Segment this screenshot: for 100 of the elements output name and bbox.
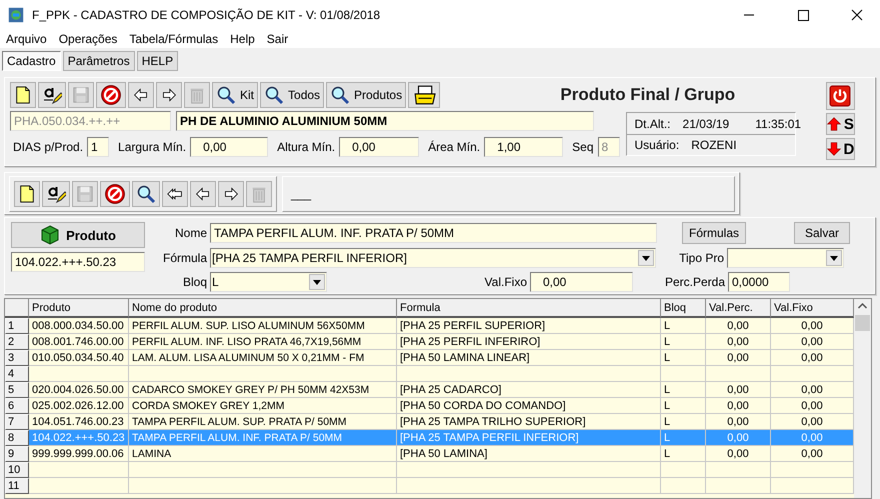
- arrow-down-icon: [826, 142, 840, 156]
- table-cell: L: [661, 382, 706, 398]
- tab[interactable]: Cadastro: [2, 51, 61, 71]
- formulas-button[interactable]: Fórmulas: [682, 222, 746, 244]
- table-cell: 999.999.999.00.06: [29, 446, 129, 462]
- field-label: Tipo Pro: [678, 251, 724, 265]
- number-field[interactable]: 1: [87, 137, 110, 157]
- row-number: 9: [5, 446, 29, 462]
- document-icon: [14, 85, 32, 105]
- caret-down-icon[interactable]: [309, 274, 325, 290]
- new-button[interactable]: [10, 82, 36, 108]
- column-header[interactable]: Val.Fixo: [771, 299, 854, 318]
- field-label: Bloq: [182, 275, 207, 289]
- caption-text: ___: [291, 186, 312, 200]
- product-button[interactable]: Produto: [11, 222, 145, 248]
- print-button[interactable]: [408, 82, 440, 108]
- type-dropdown[interactable]: [727, 248, 844, 268]
- caret-down-icon[interactable]: [826, 250, 842, 266]
- search-icon: [136, 184, 156, 204]
- arrow-left-icon: [133, 87, 149, 103]
- column-header[interactable]: Val.Perc.: [706, 299, 771, 318]
- table-row[interactable]: 11: [5, 478, 854, 494]
- edit-button[interactable]: [42, 180, 70, 206]
- table-cell: 025.002.026.12.00: [29, 398, 129, 414]
- user-label: Usuário:: [634, 138, 680, 152]
- scrollbar-thumb[interactable]: [855, 315, 870, 331]
- edit-button[interactable]: [38, 82, 66, 108]
- power-button[interactable]: [826, 82, 856, 110]
- table-row[interactable]: 6 025.002.026.12.00 CORDA SMOKEY GREY 1,2MM [PHA 50 CORDA DO COMANDO] L 0,00 0,00: [5, 398, 854, 414]
- column-header[interactable]: Produto: [29, 299, 129, 318]
- table-row[interactable]: 3 010.050.034.50.40 LAM. ALUM. LISA ALUMINUM 50 X 0,21MM - FM [PHA 50 LAMINA LINEAR] L 0,00 0,00: [5, 350, 854, 366]
- number-field[interactable]: 0,00: [190, 137, 268, 157]
- menu-item[interactable]: Help: [230, 32, 255, 46]
- double-arrow-left-icon: [166, 186, 184, 202]
- table-row[interactable]: 1 008.000.034.50.00 PERFIL ALUM. SUP. LISO ALUMINUM 56X50MM [PHA 25 PERFIL SUPERIOR] L 0,00 0,00: [5, 318, 854, 334]
- table-row[interactable]: 5 020.004.026.50.00 CADARCO SMOKEY GREY P/ PH 50MM 42X53M [PHA 25 CADARCO] L 0,00 0,00: [5, 382, 854, 398]
- caret-down-icon[interactable]: [638, 250, 654, 266]
- column-header[interactable]: Nome do produto: [129, 299, 397, 318]
- save-button[interactable]: Salvar: [794, 222, 850, 244]
- table-cell: PERFIL ALUM. SUP. LISO ALUMINUM 56X50MM: [129, 318, 397, 334]
- table-row[interactable]: 10: [5, 462, 854, 478]
- formula-dropdown[interactable]: [PHA 25 TAMPA PERFIL INFERIOR]: [210, 248, 656, 268]
- table-cell: L: [661, 318, 706, 334]
- first-button[interactable]: [162, 180, 188, 206]
- previous-button[interactable]: [128, 82, 154, 108]
- document-icon: [18, 184, 36, 204]
- previous-button[interactable]: [190, 180, 216, 206]
- block-dropdown[interactable]: L: [210, 272, 327, 292]
- table-row[interactable]: 4: [5, 366, 854, 382]
- arrow-right-icon: [161, 87, 177, 103]
- number-field[interactable]: 0,00: [339, 137, 420, 157]
- loss-percent-field[interactable]: 0,0000: [728, 272, 790, 292]
- field-label: Área Mín.: [428, 140, 480, 154]
- search-button[interactable]: Todos: [260, 82, 324, 108]
- fixed-value-field[interactable]: 0,00: [530, 272, 633, 292]
- column-header[interactable]: Formula: [397, 299, 661, 318]
- name-field[interactable]: TAMPA PERFIL ALUM. INF. PRATA P/ 50MM: [210, 223, 657, 243]
- power-icon: [829, 85, 852, 107]
- menu-item[interactable]: Tabela/Fórmulas: [129, 32, 218, 46]
- table-row[interactable]: 9 999.999.999.00.06 LAMINA [PHA 50 LAMINA] L 0,00 0,00: [5, 446, 854, 462]
- cancel-button[interactable]: [100, 180, 130, 206]
- cube-icon: [40, 225, 60, 245]
- down-button[interactable]: D: [826, 138, 856, 160]
- search-button[interactable]: Produtos: [326, 82, 406, 108]
- new-button[interactable]: [14, 180, 40, 206]
- no-entry-icon: [104, 182, 126, 204]
- printer-icon: [412, 84, 436, 106]
- menu-item[interactable]: Operações: [58, 32, 118, 46]
- search-button[interactable]: [132, 180, 160, 206]
- table-cell: TAMPA PERFIL ALUM. INF. PRATA P/ 50MM: [129, 430, 397, 446]
- product-code-field[interactable]: 104.022.+++.50.23: [11, 252, 145, 272]
- tab[interactable]: HELP: [136, 51, 178, 71]
- search-icon: [216, 85, 236, 105]
- number-field[interactable]: 1,00: [484, 137, 564, 157]
- row-number: 7: [5, 414, 29, 430]
- next-button[interactable]: [156, 82, 182, 108]
- search-button[interactable]: Kit: [212, 82, 258, 108]
- date-text: 21/03/19: [682, 116, 730, 130]
- column-header[interactable]: Bloq: [661, 299, 706, 318]
- name-field[interactable]: PH DE ALUMINIO ALUMINIUM 50MM: [176, 111, 594, 131]
- table-cell: 0,00: [706, 318, 771, 334]
- tab[interactable]: Parâmetros: [62, 51, 135, 71]
- no-entry-icon: [100, 84, 122, 106]
- table-cell: [PHA 25 PERFIL SUPERIOR]: [397, 318, 661, 334]
- field-label: Nome: [174, 226, 207, 240]
- field-label: Seq: [572, 140, 594, 154]
- table-cell: L: [661, 398, 706, 414]
- table-cell: 0,00: [706, 382, 771, 398]
- table-cell: LAMINA: [129, 446, 397, 462]
- table-row[interactable]: 8 104.022.+++.50.23 TAMPA PERFIL ALUM. INF. PRATA P/ 50MM [PHA 25 TAMPA PERFIL INFERIOR] L 0,00 0,00: [5, 430, 854, 446]
- field-label: DIAS p/Prod.: [13, 140, 84, 154]
- menu-item[interactable]: Arquivo: [6, 32, 47, 46]
- up-button[interactable]: S: [826, 113, 856, 135]
- row-number: 4: [5, 366, 29, 382]
- menu-item[interactable]: Sair: [266, 32, 288, 46]
- table-cell: [PHA 25 PERFIL INFERIRO]: [397, 334, 661, 350]
- next-button[interactable]: [218, 180, 244, 206]
- scrollbar[interactable]: [854, 299, 871, 498]
- table-row[interactable]: 2 008.001.746.00.00 PERFIL ALUM. INF. LISO PRATA 46,7X19,56MM [PHA 25 PERFIL INFERIRO] L 0,00 0,00: [5, 334, 854, 350]
- cancel-button[interactable]: [96, 82, 126, 108]
